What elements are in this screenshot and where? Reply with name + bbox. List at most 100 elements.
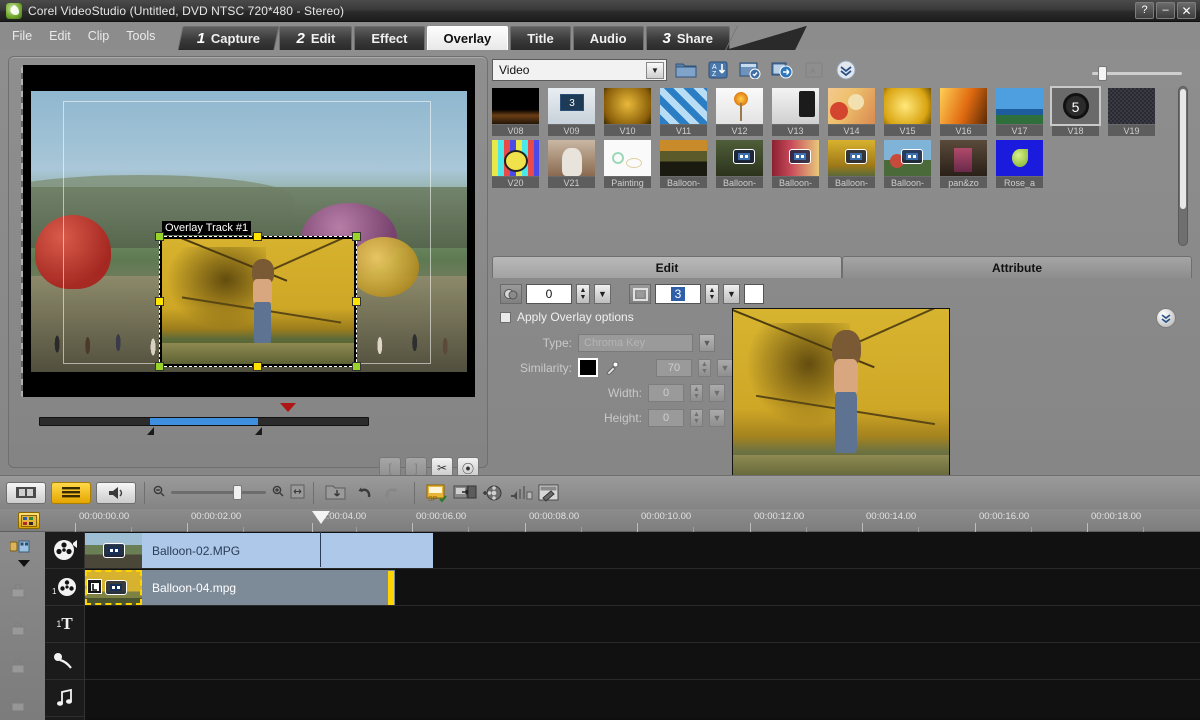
resize-handle-bottom-left[interactable] [155,362,164,371]
table-row[interactable]: Balloon-02.MPG [85,533,433,568]
music-track-lane[interactable] [85,680,1200,717]
tab-edit-options[interactable]: Edit [492,256,842,278]
library-scrollbar-thumb[interactable] [1180,89,1186,209]
library-item[interactable]: Balloon- [772,140,819,188]
load-media-folder-icon[interactable] [673,58,699,82]
library-item[interactable]: V12 [716,88,763,136]
library-item[interactable]: Rose_a [996,140,1043,188]
voice-track-lane[interactable] [85,643,1200,680]
border-color-swatch[interactable] [744,284,764,304]
library-item[interactable]: V20 [492,140,539,188]
border-dropdown-button[interactable]: ▼ [723,284,740,304]
library-item[interactable]: V15 [884,88,931,136]
resize-handle-bottom-center[interactable] [253,362,262,371]
library-item[interactable]: Balloon- [660,140,707,188]
voice-track-icon[interactable] [45,643,84,680]
timeline-zoom-slider[interactable] [171,485,266,500]
overlay-track-lane[interactable]: Balloon-04.mpg [85,569,1200,606]
resize-handle-middle-left[interactable] [155,296,164,306]
track-toggle-icon[interactable] [10,659,28,676]
minimize-button[interactable]: – [1156,2,1175,19]
library-item[interactable]: 3 V09 [548,88,595,136]
library-item[interactable]: V11 [660,88,707,136]
resize-handle-top-center[interactable] [253,232,262,241]
track-toggle-icon[interactable] [10,621,28,638]
paint-creator-icon[interactable] [535,480,563,506]
tab-effect[interactable]: Effect [354,26,425,50]
apply-overlay-options-checkbox[interactable] [500,311,511,323]
library-item[interactable]: pan&zo [940,140,987,188]
track-toggle-icon[interactable] [10,583,28,600]
collapse-options-chevron-icon[interactable] [1156,308,1176,328]
softness-dropdown-button[interactable]: ▼ [594,284,611,304]
library-item[interactable]: V16 [940,88,987,136]
resize-handle-top-right[interactable] [352,232,361,241]
preview-scrub-bar[interactable] [25,403,475,435]
table-row[interactable]: Balloon-04.mpg [85,570,395,605]
trim-in-marker[interactable] [147,427,154,435]
help-button[interactable]: ? [1135,2,1154,19]
library-item[interactable]: V19 [1108,88,1155,136]
timeline-ruler-icon[interactable] [18,512,40,529]
insert-media-files-icon[interactable] [322,480,350,506]
expand-library-chevron-icon[interactable] [833,58,859,82]
library-scrollbar[interactable] [1178,86,1188,246]
video-track-icon[interactable] [45,532,84,569]
scrub-position-marker[interactable] [280,403,296,412]
preview-screen[interactable]: Overlay Track #1 [23,65,475,397]
audio-view-button[interactable] [96,481,136,504]
tab-capture[interactable]: 1 Capture [177,26,281,50]
border-stepper[interactable]: ▲ ▼ [705,284,719,304]
video-track-lane[interactable]: Balloon-02.MPG [85,532,1200,569]
resize-handle-top-left[interactable] [155,232,164,241]
zoom-out-icon[interactable] [153,485,165,500]
storyboard-view-button[interactable] [6,481,46,504]
tab-share[interactable]: 3 Share [645,26,731,50]
tab-overlay[interactable]: Overlay [426,26,509,50]
library-item[interactable]: V10 [604,88,651,136]
library-item[interactable]: V14 [828,88,875,136]
overlay-clip-selection[interactable]: Overlay Track #1 [155,221,361,371]
chevron-down-icon[interactable]: ▼ [646,62,664,79]
library-item[interactable]: Painting [604,140,651,188]
undo-icon[interactable] [350,480,378,506]
scrub-track[interactable] [39,417,369,426]
title-track-lane[interactable] [85,606,1200,643]
multi-trim-video-icon[interactable] [479,480,507,506]
border-icon[interactable] [629,284,651,304]
track-manager-icon[interactable] [9,540,30,556]
media-type-select[interactable]: Video ▼ [492,59,667,81]
tab-title[interactable]: Title [510,26,571,50]
resize-handle-middle-right[interactable] [352,296,361,306]
softness-value[interactable]: 0 [526,284,572,304]
music-track-icon[interactable] [45,680,84,717]
close-button[interactable]: ✕ [1177,2,1196,19]
library-item[interactable]: Balloon- [828,140,875,188]
menu-item-tools[interactable]: Tools [126,29,155,43]
overlay-track-icon[interactable]: 1 [45,569,84,606]
softness-stepper[interactable]: ▲ ▼ [576,284,590,304]
export-media-icon[interactable] [769,58,795,82]
timeline-playhead[interactable] [312,511,330,524]
apply-overlay-options-row[interactable]: Apply Overlay options [500,310,634,324]
tab-audio[interactable]: Audio [572,26,644,50]
batch-convert-icon[interactable] [451,480,479,506]
trim-out-marker[interactable] [255,427,262,435]
library-item[interactable]: V21 [548,140,595,188]
resize-handle-bottom-right[interactable] [352,362,361,371]
time-ruler[interactable]: 00:00:00.00 00:00:02.00 00:00:04.00 00:0… [0,509,1200,532]
tab-attribute-options[interactable]: Attribute [842,256,1192,278]
library-item[interactable]: V08 [492,88,539,136]
library-item[interactable]: V13 [772,88,819,136]
menu-item-clip[interactable]: Clip [88,29,110,43]
border-value[interactable]: 3 [655,284,701,304]
track-manager-dropdown-icon[interactable] [18,560,30,567]
library-item-selected[interactable]: 5 V18 [1050,86,1101,136]
title-track-icon[interactable]: 1T [45,606,84,643]
mask-and-chroma-key-icon[interactable] [500,284,522,304]
library-item[interactable]: Balloon- [716,140,763,188]
menu-item-edit[interactable]: Edit [49,29,71,43]
fit-project-in-timeline-icon[interactable] [290,484,305,502]
menu-item-file[interactable]: File [12,29,32,43]
sort-az-icon[interactable]: AZ [705,58,731,82]
